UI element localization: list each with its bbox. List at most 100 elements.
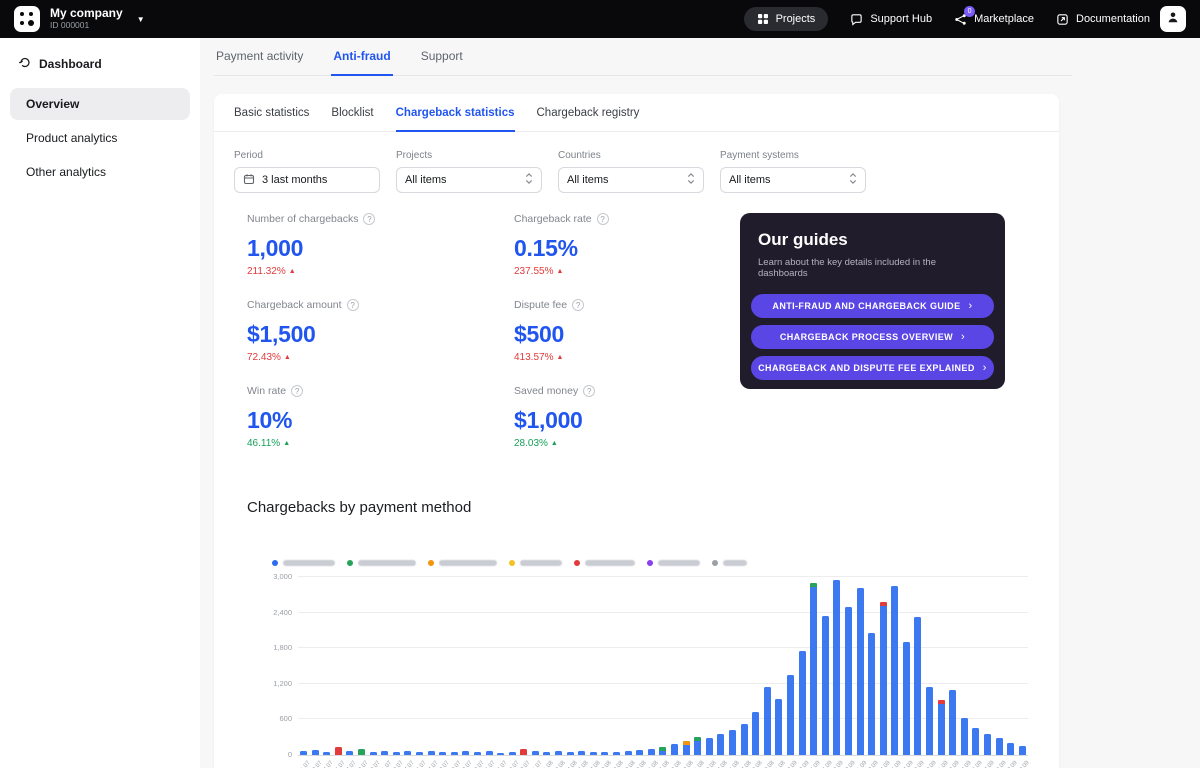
stat-label: Number of chargebacks? (247, 213, 514, 225)
subtab-chargeback-statistics[interactable]: Chargeback statistics (396, 107, 515, 132)
filter-projects: ProjectsAll items (396, 150, 542, 193)
countries-select[interactable]: All items (558, 167, 704, 193)
legend-item-1[interactable] (272, 560, 335, 566)
stat-label: Chargeback rate? (514, 213, 740, 225)
x-axis-tick: 19.08 (683, 760, 690, 768)
chart-bar (752, 712, 759, 755)
chart-bar (625, 751, 632, 755)
legend-item-3[interactable] (428, 560, 497, 566)
select-chevrons-icon (687, 172, 695, 188)
sidebar-dashboard-link[interactable]: Dashboard (0, 48, 200, 86)
bars-container (298, 578, 1028, 755)
x-tick-label: 18.09 (912, 760, 926, 768)
help-icon[interactable]: ? (597, 213, 609, 225)
x-axis-tick: 03.08 (555, 760, 562, 768)
company-logo[interactable] (14, 6, 40, 32)
user-avatar-button[interactable] (1160, 6, 1186, 32)
chart-bar (717, 734, 724, 755)
x-axis-tick: 22.08 (706, 760, 713, 768)
x-tick-label: 07.08 (588, 760, 602, 768)
legend-item-6[interactable] (647, 560, 700, 566)
x-tick-label: 28.08 (750, 760, 764, 768)
nav-projects[interactable]: Projects (744, 7, 829, 31)
nav-label: Marketplace (974, 13, 1034, 25)
x-tick-label: 02.09 (785, 760, 799, 768)
subtab-chargeback-registry[interactable]: Chargeback registry (537, 107, 640, 131)
bar-tip-segment (810, 583, 817, 587)
stat-value: $1,000 (514, 407, 740, 434)
stat-delta-text: 237.55% (514, 266, 553, 277)
sidebar-title: Dashboard (39, 57, 102, 71)
tab-anti-fraud[interactable]: Anti-fraud (331, 49, 392, 76)
x-axis-tick: 31.07 (532, 760, 539, 768)
nav-marketplace[interactable]: 0Marketplace (954, 13, 1034, 26)
company-switcher[interactable]: My company ID 000001 (50, 7, 123, 31)
chart-bar (880, 602, 887, 755)
chart-bar (370, 752, 377, 755)
period-date-input[interactable]: 3 last months (234, 167, 380, 193)
x-axis-tick: 05.07 (335, 760, 342, 768)
x-axis-tick: 07.08 (590, 760, 597, 768)
chart-bar (1007, 743, 1014, 755)
x-tick-label: 24.09 (959, 760, 973, 768)
legend-item-2[interactable] (347, 560, 416, 566)
subtab-blocklist[interactable]: Blocklist (331, 107, 373, 131)
stat-delta-text: 46.11% (247, 438, 280, 449)
x-axis-tick: 11.07 (381, 760, 388, 768)
help-icon[interactable]: ? (291, 385, 303, 397)
legend-dot (574, 560, 580, 566)
x-axis-tick: 10.07 (370, 760, 377, 768)
chart-bar (335, 747, 342, 755)
x-tick-label: 12.08 (622, 760, 636, 768)
x-axis-tick: 29.09 (1007, 760, 1014, 768)
x-axis-tick: 04.08 (567, 760, 574, 768)
x-axis-tick: 24.09 (961, 760, 968, 768)
x-axis-tick: 01.07 (300, 760, 307, 768)
filter-value: All items (729, 174, 771, 186)
legend-label-masked (439, 560, 497, 566)
help-icon[interactable]: ? (572, 299, 584, 311)
help-icon[interactable]: ? (363, 213, 375, 225)
x-axis-tick: 26.09 (972, 760, 979, 768)
chart-bar (857, 588, 864, 755)
nav-support-hub[interactable]: Support Hub (850, 13, 932, 26)
legend-dot (647, 560, 653, 566)
stat-delta: 237.55%▲ (514, 266, 740, 277)
chart-bar (961, 718, 968, 755)
legend-item-5[interactable] (574, 560, 635, 566)
x-tick-label: 31.07 (530, 760, 544, 768)
chart-bar (486, 751, 493, 755)
x-axis-tick: 28.08 (752, 760, 759, 768)
guide-button-anti-fraud-and-chargeback-guide[interactable]: Anti-fraud and chargeback guide› (751, 294, 994, 318)
subtab-basic-statistics[interactable]: Basic statistics (234, 107, 309, 131)
tab-support[interactable]: Support (419, 49, 465, 75)
chevron-down-icon[interactable]: ▼ (137, 15, 145, 24)
help-icon[interactable]: ? (347, 299, 359, 311)
x-axis-tick: 30.08 (764, 760, 771, 768)
legend-item-7[interactable] (712, 560, 747, 566)
x-tick-label: 28.09 (993, 760, 1007, 768)
sidebar-item-product-analytics[interactable]: Product analytics (10, 122, 190, 154)
guide-button-chargeback-process-overview[interactable]: Chargeback process overview› (751, 325, 994, 349)
stat-value: 10% (247, 407, 514, 434)
x-axis-tick: 05.09 (810, 760, 817, 768)
x-tick-label: 03.08 (553, 760, 567, 768)
y-axis-tick: 0 (252, 750, 292, 759)
legend-item-4[interactable] (509, 560, 562, 566)
help-icon[interactable]: ? (583, 385, 595, 397)
x-axis-tick: 27.08 (741, 760, 748, 768)
x-axis-tick: 30.09 (1019, 760, 1026, 768)
nav-documentation[interactable]: Documentation (1056, 13, 1150, 26)
chart-bar (659, 747, 666, 755)
x-tick-label: 11.09 (855, 760, 869, 768)
projects-select[interactable]: All items (396, 167, 542, 193)
x-tick-label: 02.07 (309, 760, 323, 768)
x-axis-tick: 06.08 (578, 760, 585, 768)
sidebar-item-other-analytics[interactable]: Other analytics (10, 156, 190, 188)
tab-payment-activity[interactable]: Payment activity (214, 49, 305, 75)
payment-systems-select[interactable]: All items (720, 167, 866, 193)
sidebar-item-overview[interactable]: Overview (10, 88, 190, 120)
chevron-right-icon: › (961, 331, 965, 343)
guide-button-chargeback-and-dispute-fee-explained[interactable]: Chargeback and dispute fee explained› (751, 356, 994, 380)
sub-tabs: Basic statistics Blocklist Chargeback stat… (214, 94, 1059, 132)
